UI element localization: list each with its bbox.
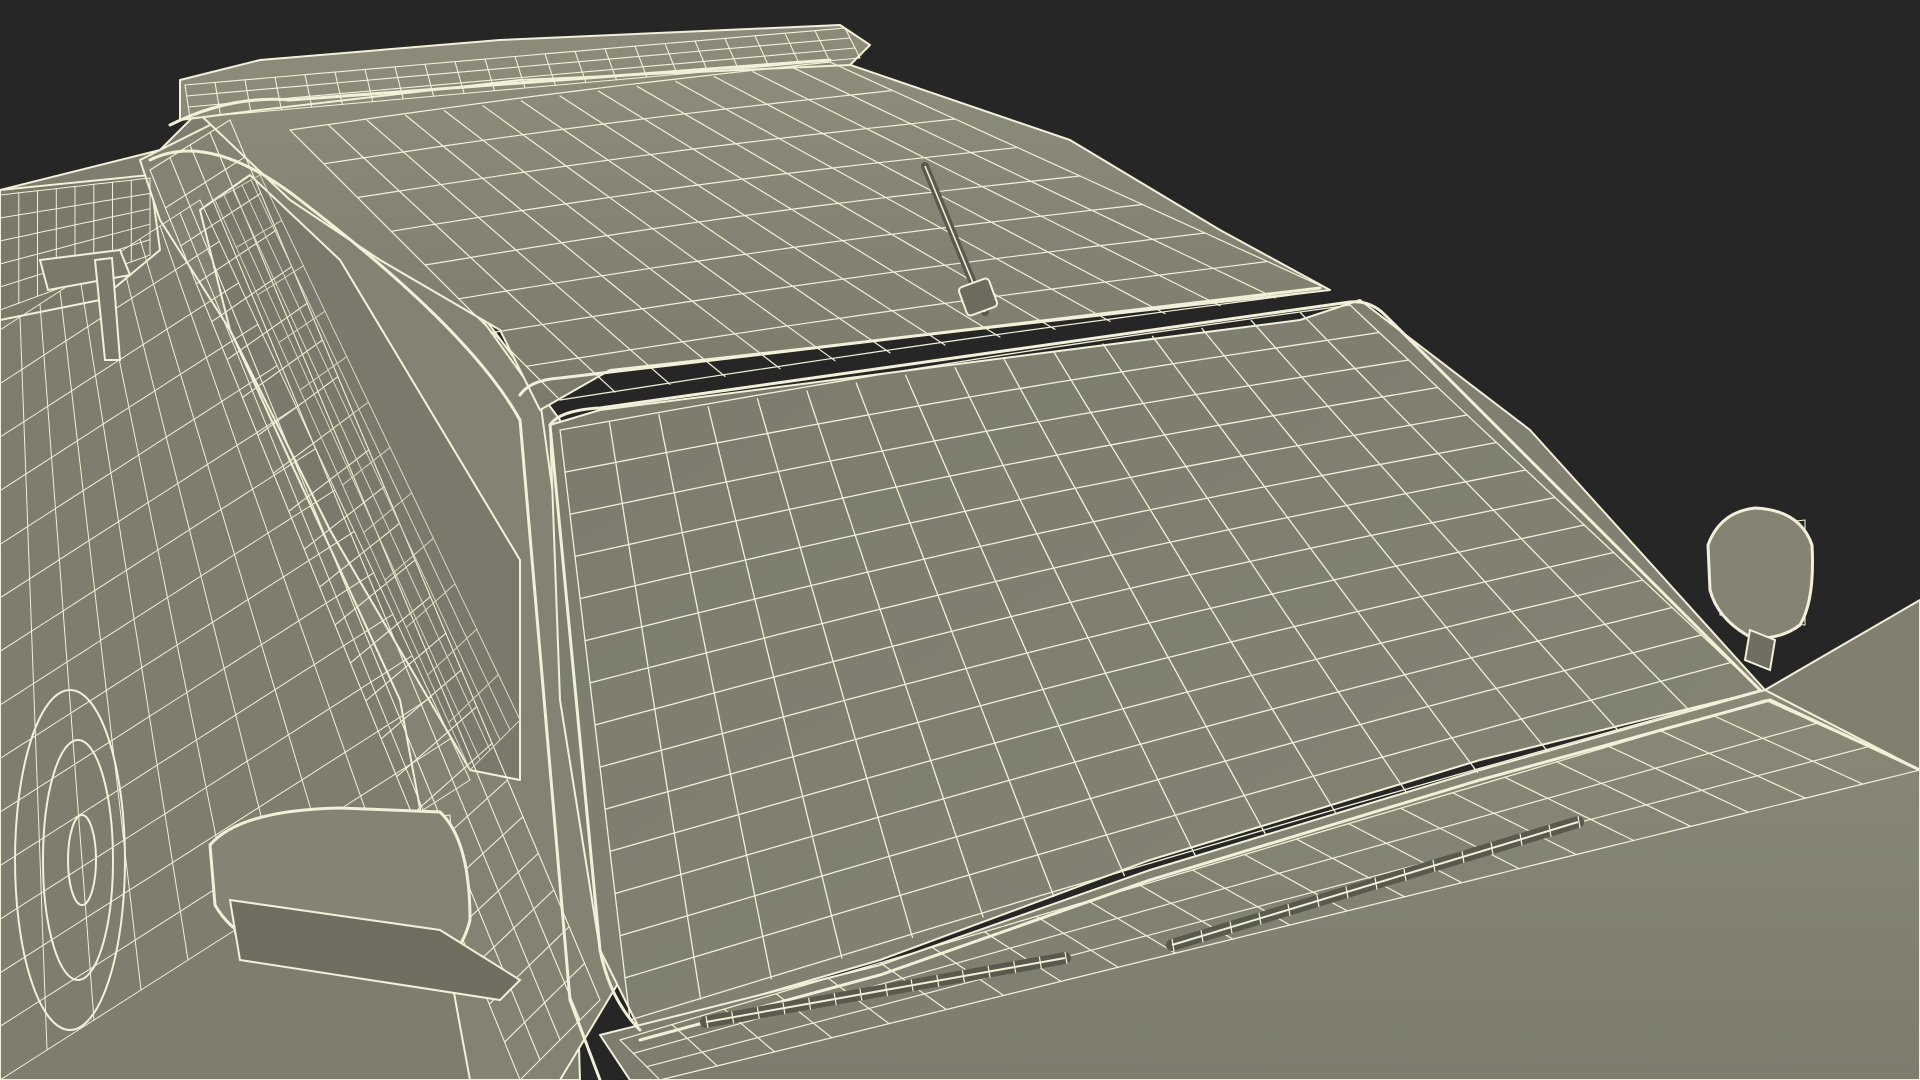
- 3d-viewport[interactable]: [0, 0, 1920, 1080]
- right-mirror-housing: [1706, 506, 1814, 640]
- wireframe-render: [0, 24, 1920, 1080]
